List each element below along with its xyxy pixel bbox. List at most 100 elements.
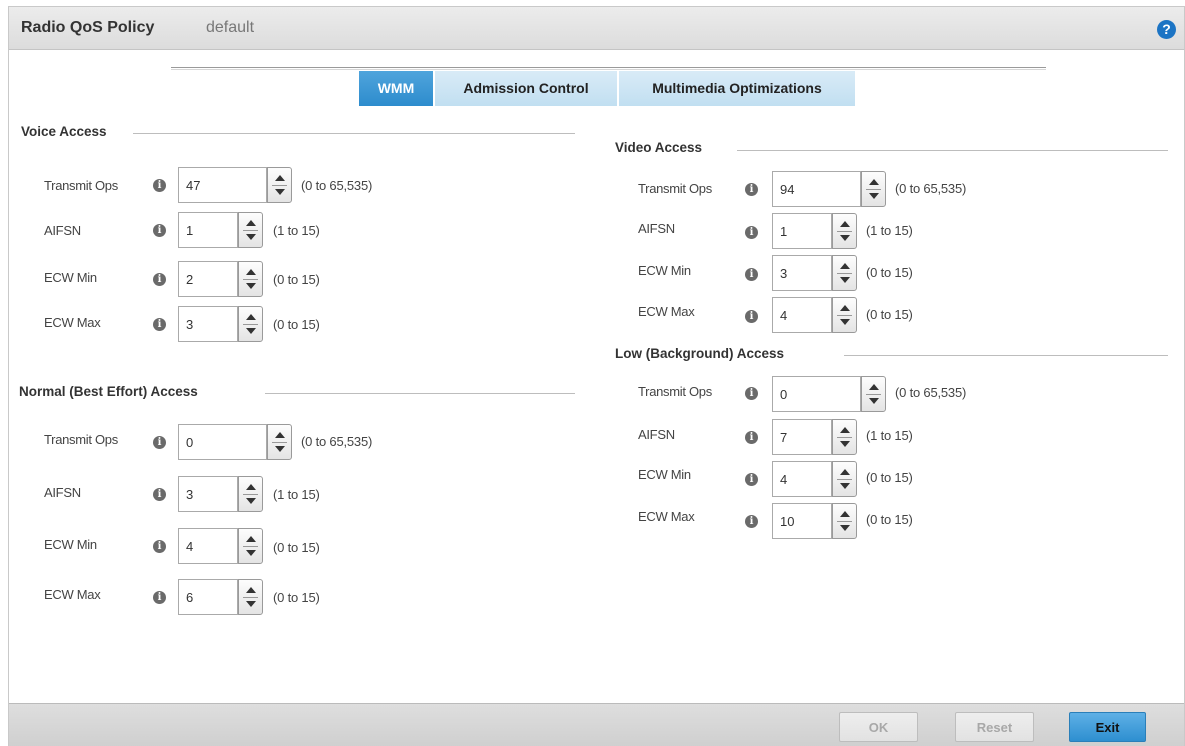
stepper-value[interactable]: 10 [780, 514, 794, 529]
arrow-down-icon[interactable] [840, 319, 850, 325]
spinner-buttons[interactable] [832, 255, 857, 291]
normal-aifsn-stepper[interactable]: 3 [178, 476, 263, 512]
low-ecw-max-stepper[interactable]: 10 [772, 503, 857, 539]
tab-multimedia-optimizations[interactable]: Multimedia Optimizations [619, 71, 855, 106]
video-aifsn-stepper[interactable]: 1 [772, 213, 857, 249]
arrow-up-icon[interactable] [869, 384, 879, 390]
arrow-up-icon[interactable] [246, 220, 256, 226]
arrow-down-icon[interactable] [869, 193, 879, 199]
arrow-down-icon[interactable] [246, 328, 256, 334]
stepper-value[interactable]: 47 [186, 178, 200, 193]
stepper-value[interactable]: 0 [780, 387, 787, 402]
info-icon[interactable]: i [745, 310, 758, 323]
video-ecw-max-stepper[interactable]: 4 [772, 297, 857, 333]
arrow-up-icon[interactable] [275, 432, 285, 438]
stepper-value[interactable]: 3 [186, 317, 193, 332]
info-icon[interactable]: i [153, 224, 166, 237]
stepper-value[interactable]: 4 [186, 539, 193, 554]
video-transmit-ops-stepper[interactable]: 94 [772, 171, 886, 207]
tab-admission-control[interactable]: Admission Control [435, 71, 617, 106]
stepper-value[interactable]: 6 [186, 590, 193, 605]
voice-ecw-max-stepper[interactable]: 3 [178, 306, 263, 342]
info-icon[interactable]: i [153, 318, 166, 331]
info-icon[interactable]: i [153, 540, 166, 553]
info-icon[interactable]: i [745, 473, 758, 486]
arrow-down-icon[interactable] [246, 283, 256, 289]
arrow-down-icon[interactable] [869, 398, 879, 404]
arrow-down-icon[interactable] [840, 525, 850, 531]
arrow-up-icon[interactable] [840, 305, 850, 311]
tab-wmm[interactable]: WMM [359, 71, 433, 106]
info-icon[interactable]: i [745, 268, 758, 281]
stepper-value[interactable]: 0 [186, 435, 193, 450]
voice-transmit-ops-stepper[interactable]: 47 [178, 167, 292, 203]
spinner-buttons[interactable] [238, 476, 263, 512]
stepper-value[interactable]: 3 [780, 266, 787, 281]
stepper-value[interactable]: 94 [780, 182, 794, 197]
spinner-buttons[interactable] [267, 424, 292, 460]
help-icon[interactable]: ? [1157, 20, 1176, 39]
info-icon[interactable]: i [153, 179, 166, 192]
info-icon[interactable]: i [153, 591, 166, 604]
spinner-buttons[interactable] [832, 297, 857, 333]
low-ecw-min-stepper[interactable]: 4 [772, 461, 857, 497]
spinner-buttons[interactable] [238, 212, 263, 248]
spinner-buttons[interactable] [267, 167, 292, 203]
arrow-up-icon[interactable] [840, 221, 850, 227]
spinner-buttons[interactable] [832, 419, 857, 455]
voice-aifsn-stepper[interactable]: 1 [178, 212, 263, 248]
stepper-value[interactable]: 4 [780, 308, 787, 323]
info-icon[interactable]: i [153, 436, 166, 449]
low-aifsn-stepper[interactable]: 7 [772, 419, 857, 455]
video-ecw-min-stepper[interactable]: 3 [772, 255, 857, 291]
info-icon[interactable]: i [745, 515, 758, 528]
arrow-down-icon[interactable] [840, 277, 850, 283]
arrow-up-icon[interactable] [275, 175, 285, 181]
arrow-up-icon[interactable] [246, 536, 256, 542]
spinner-buttons[interactable] [238, 306, 263, 342]
arrow-up-icon[interactable] [246, 484, 256, 490]
arrow-up-icon[interactable] [246, 314, 256, 320]
normal-transmit-ops-stepper[interactable]: 0 [178, 424, 292, 460]
arrow-down-icon[interactable] [246, 601, 256, 607]
arrow-down-icon[interactable] [840, 441, 850, 447]
spinner-buttons[interactable] [861, 171, 886, 207]
low-transmit-ops-stepper[interactable]: 0 [772, 376, 886, 412]
arrow-up-icon[interactable] [840, 427, 850, 433]
arrow-down-icon[interactable] [275, 446, 285, 452]
ok-button[interactable]: OK [839, 712, 918, 742]
info-icon[interactable]: i [153, 273, 166, 286]
arrow-up-icon[interactable] [246, 269, 256, 275]
arrow-down-icon[interactable] [275, 189, 285, 195]
voice-ecw-min-stepper[interactable]: 2 [178, 261, 263, 297]
info-icon[interactable]: i [745, 387, 758, 400]
arrow-down-icon[interactable] [246, 498, 256, 504]
stepper-value[interactable]: 7 [780, 430, 787, 445]
stepper-value[interactable]: 3 [186, 487, 193, 502]
stepper-value[interactable]: 1 [780, 224, 787, 239]
spinner-buttons[interactable] [832, 213, 857, 249]
stepper-value[interactable]: 1 [186, 223, 193, 238]
spinner-buttons[interactable] [832, 461, 857, 497]
arrow-up-icon[interactable] [246, 587, 256, 593]
arrow-up-icon[interactable] [840, 511, 850, 517]
spinner-buttons[interactable] [238, 261, 263, 297]
info-icon[interactable]: i [745, 431, 758, 444]
info-icon[interactable]: i [153, 488, 166, 501]
arrow-up-icon[interactable] [840, 263, 850, 269]
info-icon[interactable]: i [745, 226, 758, 239]
stepper-value[interactable]: 4 [780, 472, 787, 487]
spinner-buttons[interactable] [861, 376, 886, 412]
info-icon[interactable]: i [745, 183, 758, 196]
arrow-down-icon[interactable] [840, 483, 850, 489]
arrow-down-icon[interactable] [246, 550, 256, 556]
stepper-value[interactable]: 2 [186, 272, 193, 287]
spinner-buttons[interactable] [238, 579, 263, 615]
normal-ecw-max-stepper[interactable]: 6 [178, 579, 263, 615]
spinner-buttons[interactable] [238, 528, 263, 564]
spinner-buttons[interactable] [832, 503, 857, 539]
arrow-up-icon[interactable] [840, 469, 850, 475]
normal-ecw-min-stepper[interactable]: 4 [178, 528, 263, 564]
reset-button[interactable]: Reset [955, 712, 1034, 742]
arrow-down-icon[interactable] [246, 234, 256, 240]
